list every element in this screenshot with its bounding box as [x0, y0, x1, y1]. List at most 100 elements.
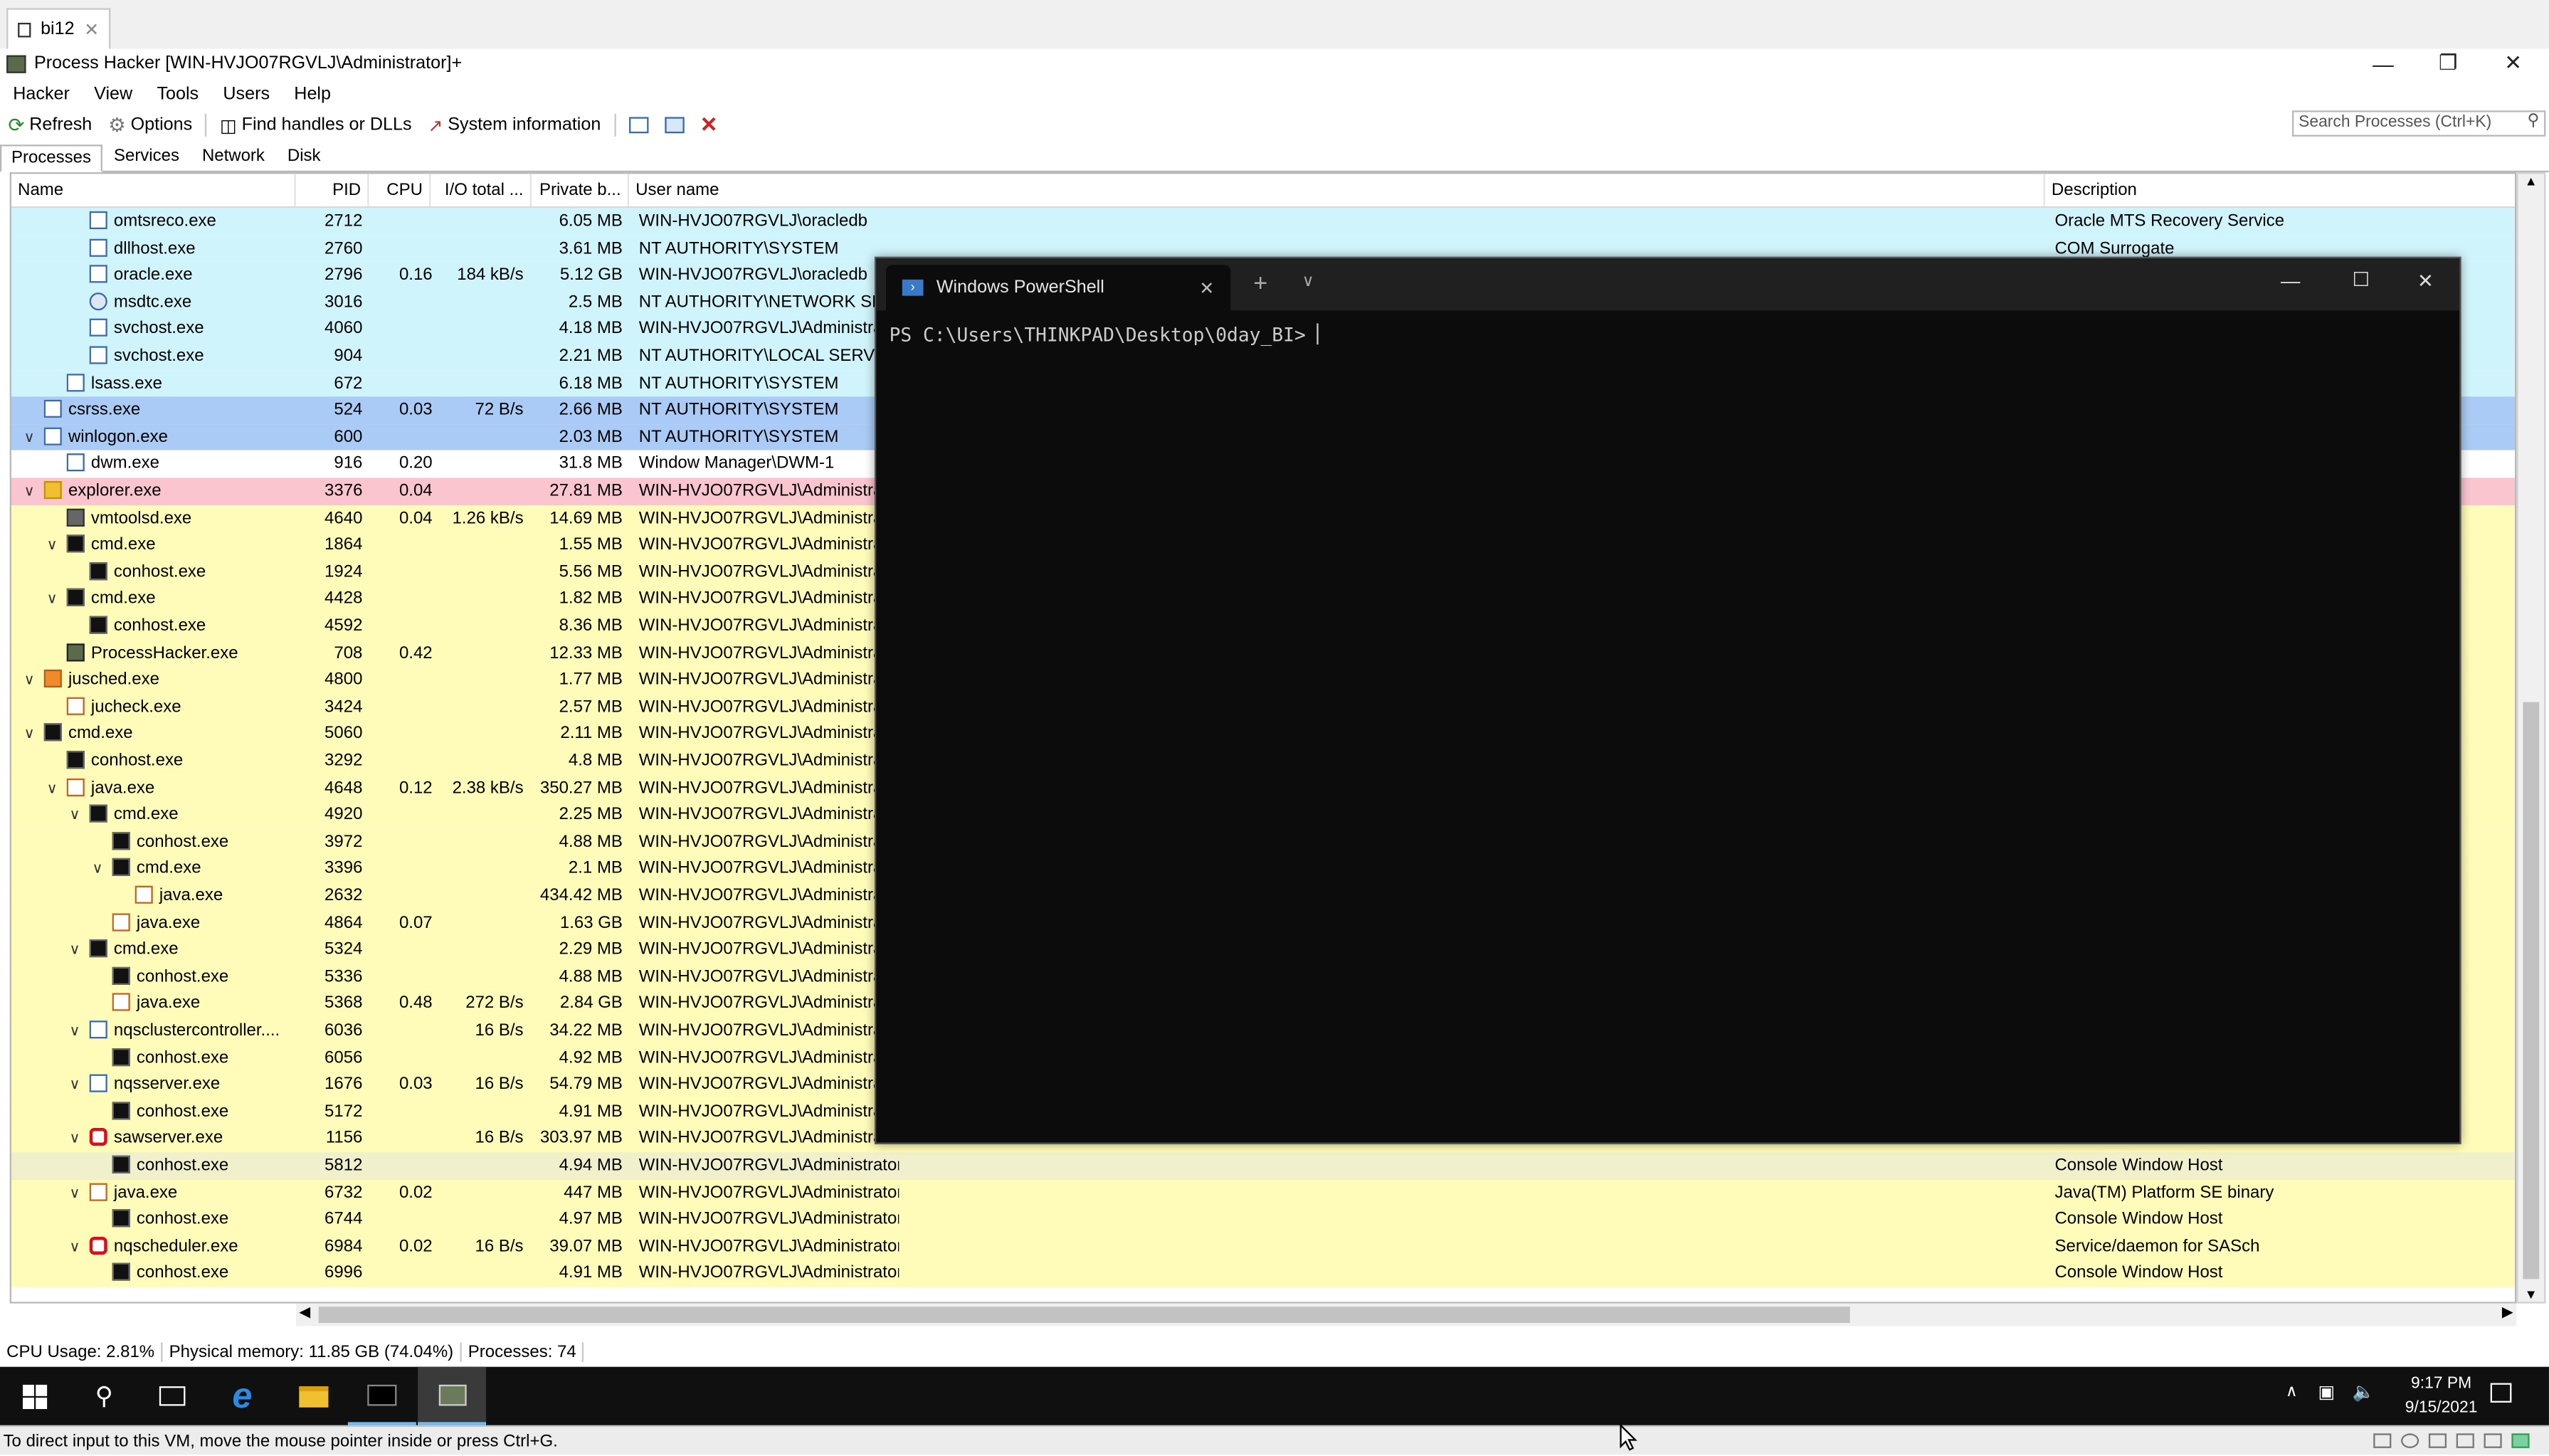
process-private-bytes: 2.03 MB — [559, 427, 623, 447]
powershell-window[interactable]: › Windows PowerShell ✕ + ∨ — ☐ ✕ PS C:\U… — [875, 256, 2461, 1144]
search-input[interactable]: Search Processes (Ctrl+K) ⚲ — [2292, 110, 2546, 137]
volume-muted-icon[interactable]: 🔈 — [2353, 1381, 2375, 1403]
new-tab-icon[interactable]: + — [1253, 270, 1267, 297]
search-taskbar-button[interactable]: ⚲ — [70, 1367, 138, 1425]
expand-toggle-icon[interactable]: ∨ — [44, 774, 60, 801]
process-row[interactable]: conhost.exe 5812 4.94 MB WIN-HVJO07RGVLJ\Ad… — [11, 1152, 2515, 1180]
chevron-up-icon[interactable]: ∧ — [2286, 1383, 2298, 1401]
menu-hacker[interactable]: Hacker — [0, 84, 81, 103]
system-information-button[interactable]: ↗ System information — [420, 110, 609, 139]
process-cpu: 0.02 — [399, 1236, 433, 1256]
ps-close-button[interactable]: ✕ — [2417, 270, 2434, 292]
process-cpu — [369, 1260, 433, 1287]
tab-disk[interactable]: Disk — [276, 143, 332, 171]
menu-tools[interactable]: Tools — [144, 84, 210, 103]
process-cpu: 0.07 — [399, 912, 433, 932]
expand-toggle-icon[interactable]: ∨ — [90, 855, 106, 882]
chevron-down-icon[interactable]: ∨ — [1302, 273, 1314, 291]
column-cpu[interactable]: CPU — [369, 174, 431, 207]
expand-toggle-icon[interactable]: ∨ — [21, 667, 38, 694]
close-icon[interactable]: ✕ — [84, 19, 99, 40]
powershell-tab[interactable]: › Windows PowerShell ✕ — [885, 265, 1231, 311]
horizontal-scroll-thumb[interactable] — [318, 1307, 1850, 1324]
scroll-up-icon[interactable]: ▲ — [2525, 174, 2538, 189]
expand-toggle-icon[interactable]: ∨ — [21, 721, 38, 748]
options-button[interactable]: ⚙ Options — [100, 110, 201, 139]
window-button[interactable] — [621, 110, 656, 139]
column-description[interactable]: Description — [2045, 174, 2515, 206]
scroll-left-icon[interactable]: ◀ — [299, 1304, 310, 1322]
find-window-button[interactable] — [656, 110, 692, 139]
toolbar: ⟳ Refresh ⚙ Options ◫ Find handles or DL… — [0, 109, 2549, 142]
find-handles-button[interactable]: ◫ Find handles or DLLs — [212, 110, 420, 139]
file-explorer-button[interactable] — [280, 1367, 348, 1425]
process-row[interactable]: conhost.exe 6744 4.97 MB WIN-HVJO07RGVLJ\Ad… — [11, 1206, 2515, 1233]
internet-explorer-button[interactable]: e — [208, 1367, 276, 1425]
vm-tab[interactable]: bi12 ✕ — [6, 8, 111, 49]
menu-help[interactable]: Help — [281, 84, 342, 103]
powershell-console[interactable]: PS C:\Users\THINKPAD\Desktop\0day_BI> — [890, 323, 1319, 346]
terminal-taskbar-button[interactable] — [347, 1367, 416, 1425]
expand-toggle-icon[interactable]: ∨ — [21, 478, 38, 505]
expand-toggle-icon[interactable]: ∨ — [21, 424, 38, 451]
physical-memory: Physical memory: 11.85 GB (74.04%) — [163, 1342, 462, 1362]
expand-toggle-icon[interactable]: ∨ — [67, 937, 83, 964]
task-view-button[interactable] — [138, 1367, 206, 1425]
process-io — [431, 424, 523, 451]
network-icon[interactable]: ▣ — [2318, 1381, 2336, 1403]
process-private-bytes: 4.91 MB — [559, 1263, 623, 1283]
menu-users[interactable]: Users — [210, 84, 281, 103]
process-row[interactable]: conhost.exe 6996 4.91 MB WIN-HVJO07RGVLJ\Ad… — [11, 1260, 2515, 1287]
process-name-text: omtsreco.exe — [113, 211, 216, 231]
process-pid: 708 — [334, 643, 363, 663]
process-cpu — [369, 424, 433, 451]
start-button[interactable] — [0, 1367, 68, 1425]
svc-process-icon — [89, 265, 107, 283]
process-user: WIN-HVJO07RGVLJ\Administrat — [638, 1020, 887, 1040]
expand-toggle-icon[interactable]: ∨ — [67, 1125, 83, 1152]
ps-maximize-button[interactable]: ☐ — [2353, 268, 2370, 291]
process-row[interactable]: ∨ java.exe 6732 0.02 447 MB WIN-HVJO07RGVLJ\A… — [11, 1179, 2515, 1207]
process-private-bytes: 27.81 MB — [549, 481, 623, 501]
column-io-total[interactable]: I/O total ... — [431, 174, 532, 207]
process-pid: 4800 — [324, 670, 363, 690]
vm-hint-text: To direct input to this VM, move the mou… — [3, 1432, 558, 1452]
process-io — [431, 1098, 523, 1125]
ps-minimize-button[interactable]: — — [2281, 270, 2300, 292]
process-io — [431, 748, 523, 775]
tab-processes[interactable]: Processes — [0, 144, 102, 173]
ph-process-icon — [66, 643, 85, 661]
restore-button[interactable]: ❐ — [2416, 49, 2481, 78]
process-hacker-taskbar-button[interactable] — [418, 1366, 487, 1425]
tab-services[interactable]: Services — [102, 143, 191, 171]
process-name: dllhost.exe — [89, 235, 291, 262]
column-private-bytes[interactable]: Private b... — [532, 174, 630, 207]
process-name: conhost.exe — [89, 613, 291, 640]
vertical-scrollbar[interactable]: ▲ ▼ — [2516, 172, 2546, 1304]
tab-network[interactable]: Network — [191, 143, 276, 171]
expand-toggle-icon[interactable]: ∨ — [67, 1018, 83, 1045]
terminate-button[interactable]: ✕ — [692, 110, 726, 139]
column-user-name[interactable]: User name — [629, 174, 2045, 207]
vertical-scroll-thumb[interactable] — [2523, 702, 2540, 1280]
scroll-right-icon[interactable]: ▶ — [2502, 1304, 2513, 1322]
refresh-button[interactable]: ⟳ Refresh — [0, 110, 100, 139]
process-name: conhost.exe — [112, 1152, 291, 1179]
column-pid[interactable]: PID — [296, 174, 369, 207]
expand-toggle-icon[interactable]: ∨ — [67, 1071, 83, 1098]
close-button[interactable]: ✕ — [2481, 49, 2545, 78]
minimize-button[interactable]: — — [2350, 49, 2415, 78]
notification-icon[interactable] — [2490, 1383, 2512, 1403]
process-row[interactable]: ∨ nqscheduler.exe 6984 0.02 16 B/s 39.07 MB WI… — [11, 1233, 2515, 1260]
column-name[interactable]: Name — [11, 174, 296, 207]
expand-toggle-icon[interactable]: ∨ — [67, 1233, 83, 1260]
expand-toggle-icon[interactable]: ∨ — [67, 1179, 83, 1206]
expand-toggle-icon[interactable]: ∨ — [44, 532, 60, 559]
process-row[interactable]: omtsreco.exe 2712 6.05 MB WIN-HVJO07RGVLJ\o… — [11, 208, 2515, 236]
menu-view[interactable]: View — [81, 84, 144, 103]
expand-toggle-icon[interactable]: ∨ — [67, 801, 83, 828]
expand-toggle-icon[interactable]: ∨ — [44, 586, 60, 613]
scroll-down-icon[interactable]: ▼ — [2525, 1287, 2538, 1302]
clock[interactable]: 9:17 PM 9/15/2021 — [2405, 1372, 2478, 1421]
close-tab-icon[interactable]: ✕ — [1199, 277, 1214, 298]
